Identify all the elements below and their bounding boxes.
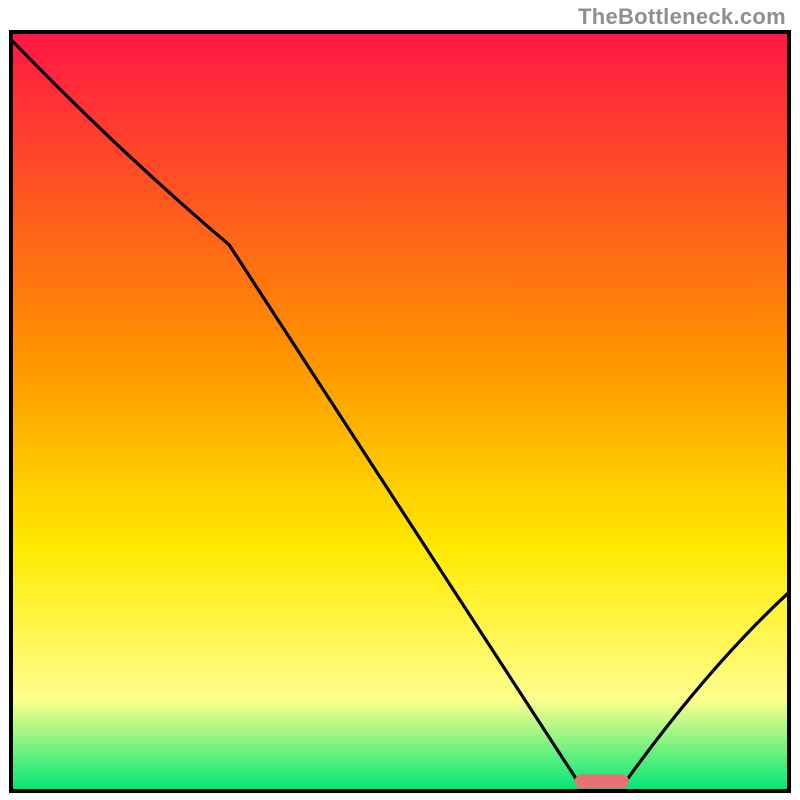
gradient-fill bbox=[12, 33, 788, 790]
optimal-range-marker bbox=[574, 774, 629, 788]
watermark-text: TheBottleneck.com bbox=[578, 4, 786, 30]
bottleneck-chart bbox=[9, 30, 791, 793]
